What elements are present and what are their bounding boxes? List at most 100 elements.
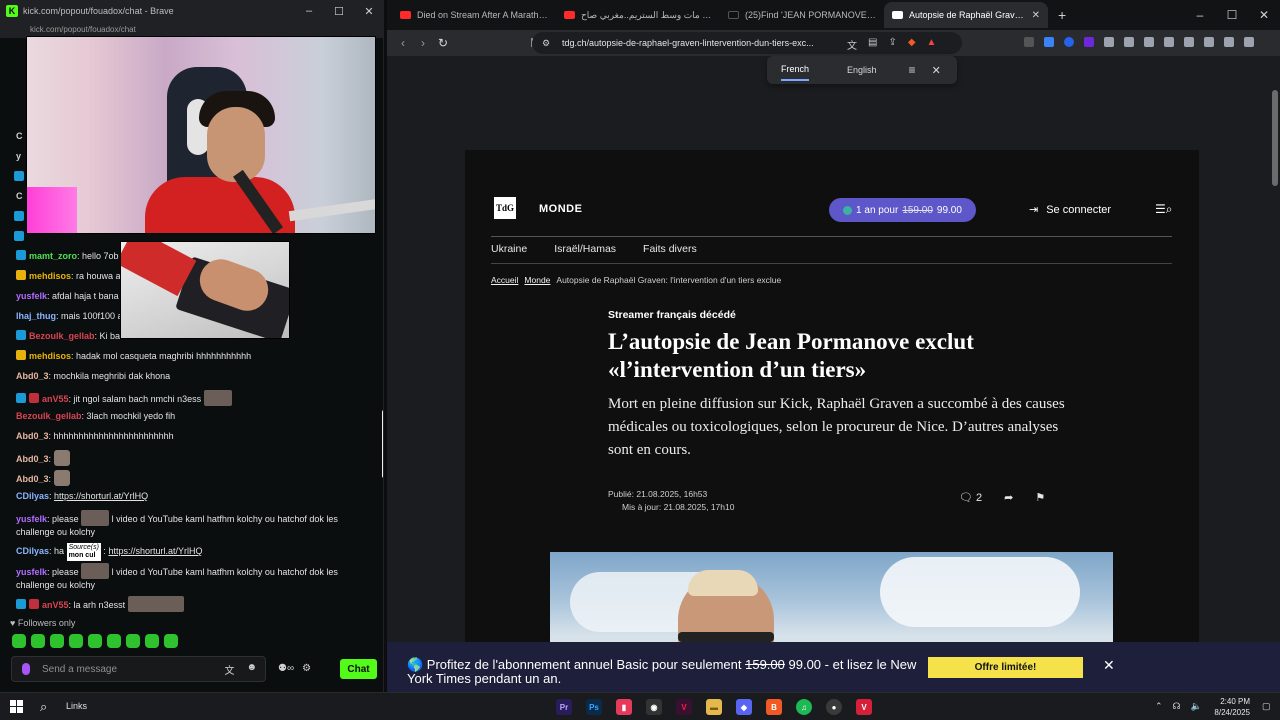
extension-icon[interactable] [1064, 37, 1074, 47]
search-icon[interactable]: ⌕ [40, 699, 47, 715]
chat-username[interactable]: yusfelk [16, 514, 47, 524]
brave-rewards-icon[interactable]: ▲ [927, 37, 937, 52]
share-icon[interactable]: ➦ [1004, 491, 1013, 504]
subnav-item[interactable]: Israël/Hamas [554, 243, 616, 255]
emote-button[interactable] [12, 634, 26, 648]
translate-source-language[interactable]: French [781, 59, 810, 81]
limited-offer-button[interactable]: Offre limitée! [928, 657, 1083, 678]
chat-username[interactable]: Abd0_3 [16, 371, 49, 381]
breadcrumb-link[interactable]: Monde [524, 275, 550, 285]
sidebar-icon[interactable] [1164, 37, 1174, 47]
breadcrumb-link[interactable]: Accueil [491, 275, 518, 285]
extension-icon[interactable] [1044, 37, 1054, 47]
share-icon[interactable]: ⇪ [888, 37, 896, 52]
capcut-icon[interactable]: ▮ [616, 699, 632, 715]
chat-username[interactable]: anV55 [42, 600, 69, 610]
translate-icon[interactable]: 文 [847, 37, 857, 52]
vivaldi-icon[interactable]: V [856, 699, 872, 715]
users-icon[interactable]: ⚉∞ [278, 663, 294, 674]
file-explorer-icon[interactable]: ▬ [706, 699, 722, 715]
hamburger-menu-icon[interactable]: ≡ [909, 63, 916, 77]
wallet-icon[interactable] [1184, 37, 1194, 47]
chat-input[interactable]: Send a message 文 ☻ [11, 656, 266, 682]
brave-icon[interactable]: B [766, 699, 782, 715]
chat-username[interactable]: Bezoulk_gellab [29, 331, 95, 341]
site-settings-icon[interactable]: ⚙ [542, 38, 550, 49]
chat-username[interactable]: Bezoulk_gellab [16, 411, 82, 421]
extension-icon[interactable] [1024, 37, 1034, 47]
emote-button[interactable] [164, 634, 178, 648]
chat-username[interactable]: yusfelk [16, 567, 47, 577]
subscription-promo-button[interactable]: 1 an pour 159.00 99.00 [829, 198, 976, 222]
back-icon[interactable]: ‹ [393, 36, 413, 50]
page-scrollbar[interactable] [1272, 90, 1278, 186]
emoji-icon[interactable]: ☻ [246, 662, 257, 677]
chat-username[interactable]: yusfelk [16, 291, 47, 301]
browser-tab[interactable]: (25)Find 'JEAN PORMANOVE' on Tik [720, 2, 884, 28]
maximize-button[interactable]: ☐ [1216, 8, 1248, 22]
media-icon[interactable] [1144, 37, 1154, 47]
browser-tab-active[interactable]: Autopsie de Raphaël Graven: l'int ✕ [884, 2, 1048, 28]
chat-username[interactable]: mehdisos [29, 351, 71, 361]
reload-icon[interactable]: ↻ [433, 36, 453, 50]
emote-button[interactable] [88, 634, 102, 648]
emote-button[interactable] [50, 634, 64, 648]
browser-tab[interactable]: Died on Stream After A Marathon - Y [392, 2, 556, 28]
vegas-icon[interactable]: V [676, 699, 692, 715]
discord-icon[interactable]: ◆ [736, 699, 752, 715]
window-resize-handle[interactable] [382, 410, 383, 478]
mic-icon[interactable] [22, 663, 30, 675]
gear-icon[interactable]: ⚙ [302, 663, 311, 674]
photoshop-icon[interactable]: Ps [586, 699, 602, 715]
close-icon[interactable]: ✕ [932, 64, 941, 77]
chevron-up-icon[interactable]: ⌃ [1155, 701, 1163, 712]
obs-icon[interactable]: ● [826, 699, 842, 715]
extension-icon[interactable] [1084, 37, 1094, 47]
search-menu-icon[interactable]: ☰⌕ [1155, 202, 1172, 217]
emote-button[interactable] [107, 634, 121, 648]
reader-icon[interactable]: ▤ [868, 37, 877, 52]
brave-shields-icon[interactable]: ◆ [908, 37, 916, 52]
premiere-icon[interactable]: Pr [556, 699, 572, 715]
chat-username[interactable]: lhaj_thug [16, 311, 56, 321]
close-tab-icon[interactable]: ✕ [1032, 10, 1040, 21]
taskbar-search-label[interactable]: Links [66, 701, 87, 711]
section-title[interactable]: MONDE [539, 203, 582, 215]
bookmark-icon[interactable]: ⚑ [1035, 491, 1045, 504]
emote-button[interactable] [31, 634, 45, 648]
emote-button[interactable] [69, 634, 83, 648]
close-button[interactable]: ✕ [1248, 8, 1280, 22]
new-tab-button[interactable]: + [1058, 7, 1066, 23]
chat-username[interactable]: mamt_zoro [29, 251, 77, 261]
subnav-item[interactable]: Faits divers [643, 243, 697, 255]
chat-username[interactable]: Abd0_3 [16, 431, 49, 441]
camera-icon[interactable]: ◉ [646, 699, 662, 715]
tdg-logo[interactable]: TdG [494, 197, 516, 219]
chat-username[interactable]: CDilyas [16, 546, 49, 556]
extension-icon[interactable] [1124, 37, 1134, 47]
forward-icon[interactable]: › [413, 36, 433, 50]
chat-username[interactable]: mehdisos [29, 271, 71, 281]
login-button[interactable]: ⇥ Se connecter [1029, 203, 1111, 217]
chat-link[interactable]: https://shorturl.at/YrlHQ [108, 546, 202, 556]
chat-username[interactable]: Abd0_3 [16, 474, 49, 484]
emote-button[interactable] [126, 634, 140, 648]
subnav-item[interactable]: Ukraine [491, 243, 527, 255]
headset-icon[interactable]: ☊ [1173, 701, 1181, 712]
chat-link[interactable]: https://shorturl.at/YrlHQ [54, 491, 148, 501]
chat-username[interactable]: anV55 [42, 394, 69, 404]
spotify-icon[interactable]: ♫ [796, 699, 812, 715]
chat-username[interactable]: Abd0_3 [16, 454, 49, 464]
chat-username[interactable]: CDilyas [16, 491, 49, 501]
browser-tab[interactable]: فرنسي مات وسط الستريم..مغربي صاح [556, 2, 720, 28]
menu-icon[interactable] [1244, 37, 1254, 47]
taskbar-clock[interactable]: 2:40 PM 8/24/2025 [1200, 696, 1250, 718]
emote-button[interactable] [145, 634, 159, 648]
close-icon[interactable]: ✕ [1103, 657, 1115, 674]
translate-target-language[interactable]: English [847, 60, 877, 80]
vpn-icon[interactable] [1224, 37, 1234, 47]
puzzle-icon[interactable] [1104, 37, 1114, 47]
comments-button[interactable]: 🗨 2 [959, 491, 982, 504]
windows-start-icon[interactable] [10, 700, 23, 713]
translate-icon[interactable]: 文 [224, 662, 234, 677]
